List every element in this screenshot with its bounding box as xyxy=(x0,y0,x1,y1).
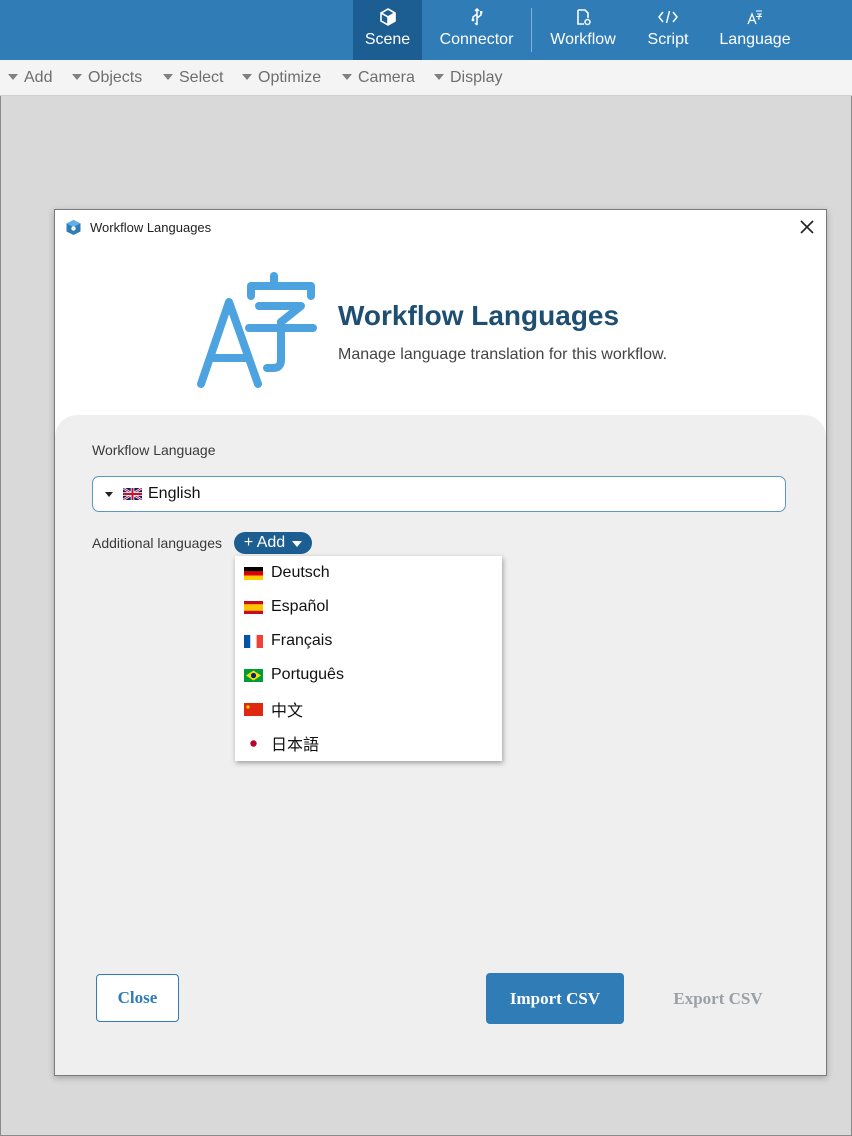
language-icon xyxy=(746,7,764,27)
language-dropdown-menu: Deutsch Español Français Português 中文 日本… xyxy=(235,556,502,761)
language-option-japanese[interactable]: 日本語 xyxy=(235,728,502,758)
tab-connector[interactable]: Connector xyxy=(422,0,531,60)
menu-add[interactable]: Add xyxy=(8,60,52,95)
language-logo-icon xyxy=(197,272,317,388)
dialog-window-title: Workflow Languages xyxy=(90,220,212,235)
tab-connector-label: Connector xyxy=(439,31,514,48)
menu-select-label: Select xyxy=(179,68,224,86)
app-logo-icon xyxy=(66,220,81,235)
language-option-label: Español xyxy=(271,598,329,615)
chevron-down-icon xyxy=(163,73,173,80)
language-option-espanol[interactable]: Español xyxy=(235,592,502,622)
menu-add-label: Add xyxy=(24,68,53,86)
chevron-down-icon xyxy=(105,491,113,497)
chevron-down-icon xyxy=(292,541,303,547)
chevron-down-icon xyxy=(8,73,18,80)
menu-camera[interactable]: Camera xyxy=(342,60,415,95)
menu-optimize-label: Optimize xyxy=(258,68,322,86)
spain-flag-icon xyxy=(244,600,263,614)
brazil-flag-icon xyxy=(244,668,263,682)
cube-icon xyxy=(379,7,397,27)
tab-script[interactable]: Script xyxy=(634,0,702,60)
chevron-down-icon xyxy=(242,73,252,80)
code-icon xyxy=(657,7,679,27)
menu-display-label: Display xyxy=(450,68,503,86)
menu-optimize[interactable]: Optimize xyxy=(242,60,321,95)
workflow-languages-dialog: Workflow Languages Workflow Languages Ma… xyxy=(54,209,827,1076)
workflow-icon xyxy=(574,7,592,27)
language-option-label: Deutsch xyxy=(271,564,330,581)
workflow-language-label: Workflow Language xyxy=(92,442,216,458)
language-option-deutsch[interactable]: Deutsch xyxy=(235,558,502,588)
menu-select[interactable]: Select xyxy=(163,60,223,95)
import-csv-button[interactable]: Import CSV xyxy=(486,973,624,1024)
language-option-label: 中文 xyxy=(271,703,304,720)
language-option-portugues[interactable]: Português xyxy=(235,660,502,690)
tab-scene-label: Scene xyxy=(364,31,411,48)
france-flag-icon xyxy=(244,634,263,648)
close-button[interactable]: Close xyxy=(96,974,179,1022)
language-option-chinese[interactable]: 中文 xyxy=(235,694,502,724)
dialog-subheading: Manage language translation for this wor… xyxy=(338,346,668,363)
main-tabs: Scene Connector Workflow Script Language xyxy=(353,0,808,60)
additional-languages-label: Additional languages xyxy=(92,535,222,551)
dialog-titlebar: Workflow Languages xyxy=(55,210,826,244)
language-option-label: Português xyxy=(271,666,344,683)
top-toolbar: Scene Connector Workflow Script Language xyxy=(0,0,852,60)
tab-language-label: Language xyxy=(719,31,791,48)
tab-language[interactable]: Language xyxy=(702,0,808,60)
export-csv-button[interactable]: Export CSV xyxy=(653,986,783,1012)
tab-script-label: Script xyxy=(647,31,689,48)
uk-flag-icon xyxy=(123,488,142,500)
language-option-label: Français xyxy=(271,632,333,649)
tab-scene[interactable]: Scene xyxy=(353,0,422,60)
usb-icon xyxy=(468,7,486,27)
close-icon[interactable] xyxy=(798,218,816,236)
language-option-francais[interactable]: Français xyxy=(235,626,502,656)
menu-display[interactable]: Display xyxy=(434,60,502,95)
tab-workflow[interactable]: Workflow xyxy=(532,0,634,60)
workflow-language-value: English xyxy=(148,485,201,502)
tab-workflow-label: Workflow xyxy=(550,31,616,48)
workflow-language-select[interactable]: English xyxy=(92,476,786,512)
germany-flag-icon xyxy=(244,566,263,580)
chevron-down-icon xyxy=(434,73,444,80)
menu-bar: Add Objects Select Optimize Camera Displ… xyxy=(0,60,852,96)
chevron-down-icon xyxy=(342,73,352,80)
language-option-label: 日本語 xyxy=(271,737,320,754)
chevron-down-icon xyxy=(72,73,82,80)
menu-camera-label: Camera xyxy=(358,68,415,86)
dialog-heading: Workflow Languages xyxy=(338,300,620,331)
menu-objects[interactable]: Objects xyxy=(72,60,142,95)
menu-objects-label: Objects xyxy=(88,68,143,86)
japan-flag-icon xyxy=(244,736,263,750)
add-language-button-label: + Add xyxy=(243,534,286,551)
china-flag-icon xyxy=(244,702,263,716)
add-language-button[interactable]: + Add xyxy=(234,532,312,554)
